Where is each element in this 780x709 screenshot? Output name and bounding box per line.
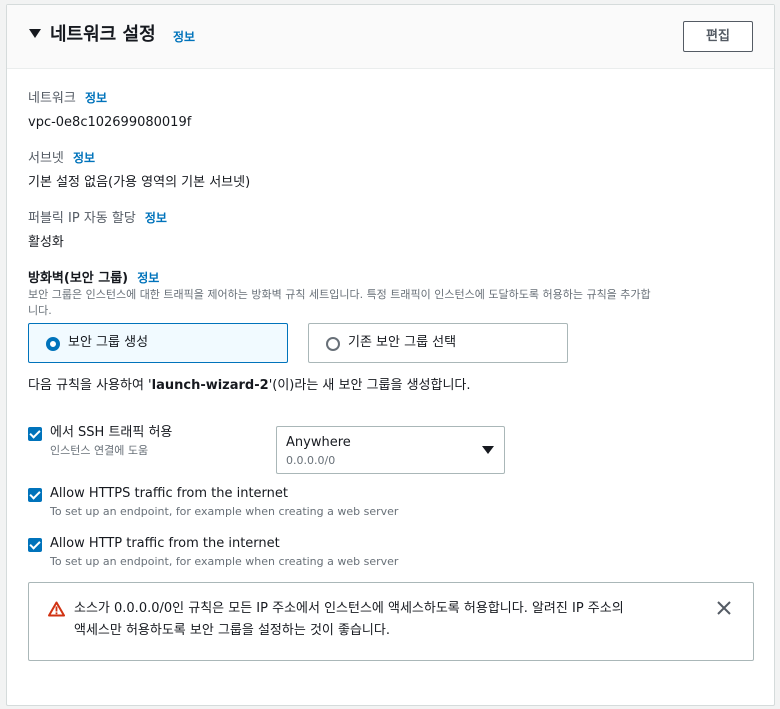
firewall-info-link[interactable]: 정보	[137, 271, 159, 285]
ssh-checkbox[interactable]	[28, 427, 42, 441]
ssh-rule-label: 에서 SSH 트래픽 허용	[50, 425, 173, 440]
firewall-description-line2: 니다.	[28, 304, 52, 317]
ssh-source-select[interactable]: Anywhere 0.0.0.0/0	[276, 426, 505, 474]
http-rule-label: Allow HTTP traffic from the internet	[50, 536, 280, 551]
network-value: vpc-0e8c102699080019f	[28, 115, 192, 130]
radio-existing-label: 기존 보안 그룹 선택	[348, 335, 457, 350]
public-ip-value: 활성화	[28, 235, 64, 250]
network-field-label-row: 네트워크 정보	[28, 87, 107, 108]
header-info-link[interactable]: 정보	[173, 28, 195, 45]
caret-down-icon	[482, 446, 494, 454]
network-info-link[interactable]: 정보	[85, 91, 107, 105]
radio-create-label: 보안 그룹 생성	[68, 335, 149, 350]
https-checkbox[interactable]	[28, 488, 42, 502]
subnet-value: 기본 설정 없음(가용 영역의 기본 서브넷)	[28, 175, 251, 190]
warning-line1: 소스가 0.0.0.0/0인 규칙은 모든 IP 주소에서 인스턴스에 액세스하…	[74, 601, 624, 616]
https-rule-label: Allow HTTPS traffic from the internet	[50, 486, 288, 501]
http-checkbox[interactable]	[28, 538, 42, 552]
public-ip-label: 퍼블릭 IP 자동 할당	[28, 211, 136, 226]
subnet-label: 서브넷	[28, 151, 64, 166]
create-group-note: 다음 규칙을 사용하여 'launch-wizard-2'(이)라는 새 보안 …	[28, 377, 471, 395]
radio-create-security-group[interactable]: 보안 그룹 생성	[28, 323, 288, 363]
http-rule-description: To set up an endpoint, for example when …	[50, 555, 399, 568]
subnet-field-label-row: 서브넷 정보	[28, 147, 95, 168]
radio-unselected-icon	[326, 337, 340, 351]
network-label: 네트워크	[28, 91, 76, 106]
https-rule-description: To set up an endpoint, for example when …	[50, 505, 399, 518]
collapse-caret-icon[interactable]	[29, 29, 41, 38]
create-note-prefix: 다음 규칙을 사용하여 '	[28, 378, 152, 393]
warning-line2: 액세스만 허용하도록 보안 그룹을 설정하는 것이 좋습니다.	[74, 623, 390, 638]
firewall-label-row: 방화벽(보안 그룹) 정보	[28, 267, 159, 288]
radio-selected-icon	[46, 337, 60, 351]
firewall-description-line1: 보안 그룹은 인스턴스에 대한 트래픽을 제어하는 방화벽 규칙 세트입니다. …	[28, 288, 651, 301]
warning-alert: 소스가 0.0.0.0/0인 규칙은 모든 IP 주소에서 인스턴스에 액세스하…	[28, 582, 754, 661]
network-settings-panel: 네트워크 설정 정보 편집 네트워크 정보 vpc-0e8c1026990800…	[6, 4, 775, 706]
panel-title: 네트워크 설정	[50, 24, 156, 45]
ssh-source-cidr: 0.0.0.0/0	[286, 454, 336, 467]
create-note-suffix: '(이)라는 새 보안 그룹을 생성합니다.	[268, 378, 471, 393]
ssh-rule-description: 인스턴스 연결에 도움	[50, 444, 149, 457]
radio-select-existing-group[interactable]: 기존 보안 그룹 선택	[308, 323, 568, 363]
warning-message: 소스가 0.0.0.0/0인 규칙은 모든 IP 주소에서 인스턴스에 액세스하…	[74, 598, 704, 642]
warning-icon	[48, 601, 65, 617]
panel-header: 네트워크 설정 정보 편집	[7, 5, 774, 69]
security-group-name: launch-wizard-2	[151, 378, 269, 393]
subnet-info-link[interactable]: 정보	[73, 151, 95, 165]
firewall-label: 방화벽(보안 그룹)	[28, 271, 129, 286]
public-ip-field-label-row: 퍼블릭 IP 자동 할당 정보	[28, 207, 167, 228]
edit-button[interactable]: 편집	[683, 21, 753, 52]
public-ip-info-link[interactable]: 정보	[145, 211, 167, 225]
ssh-source-value: Anywhere	[286, 435, 351, 450]
close-icon[interactable]	[716, 600, 732, 616]
